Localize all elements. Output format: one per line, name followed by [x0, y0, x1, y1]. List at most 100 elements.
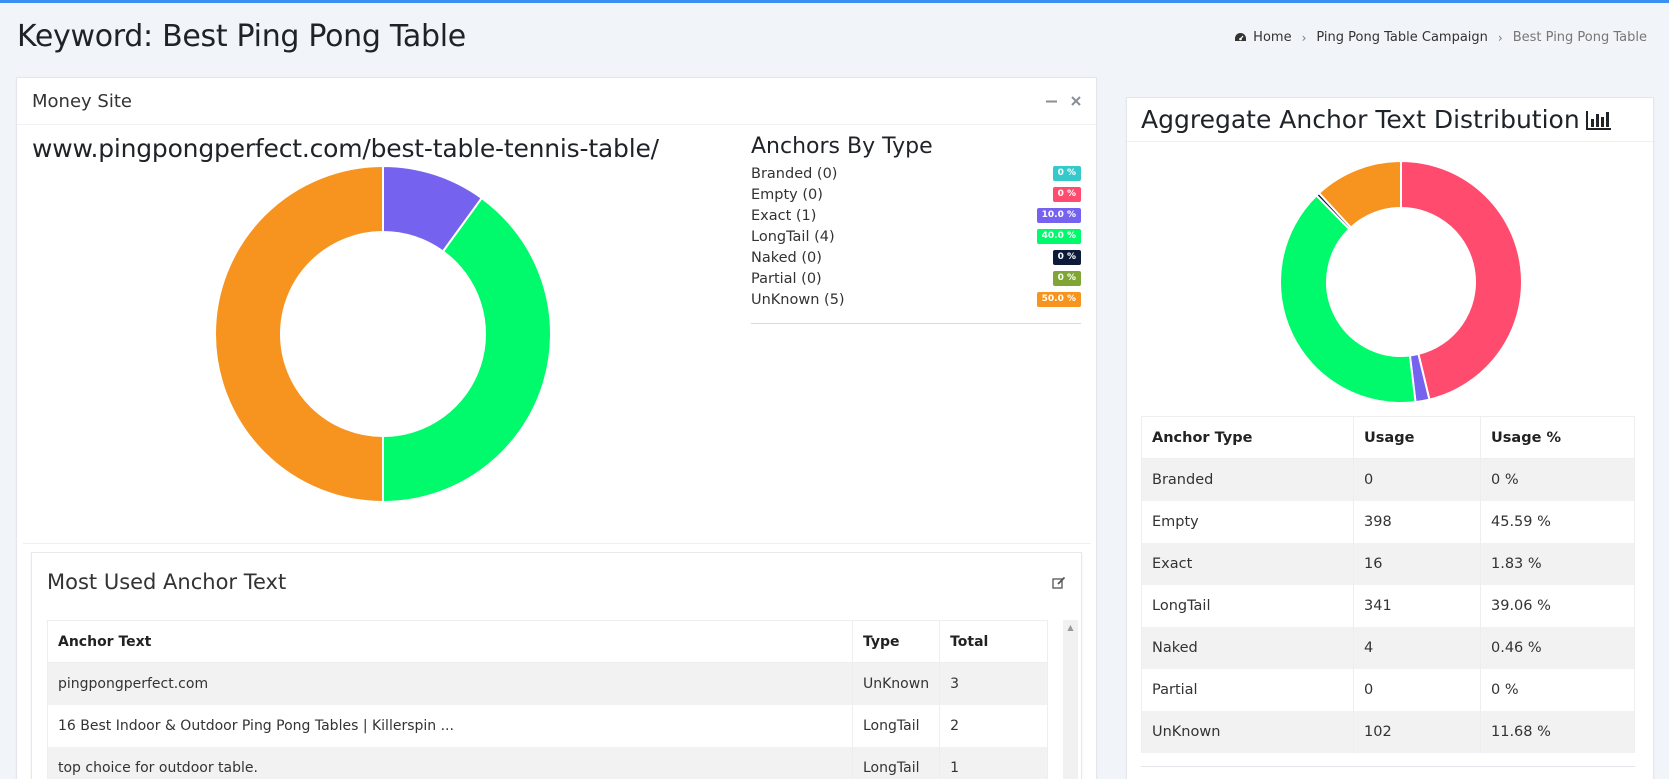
aggregate-donut-chart [1279, 159, 1523, 404]
anchor-badge: 0 % [1052, 250, 1081, 265]
usage-cell: 341 [1353, 584, 1481, 627]
anchor-text-cell: 16 Best Indoor & Outdoor Ping Pong Table… [47, 704, 853, 747]
money-site-card: Money Site www.pingpongperfect.com/best-… [16, 77, 1097, 779]
table-row: top choice for outdoor table. LongTail 1 [47, 746, 1048, 779]
usage-cell: 16 [1353, 542, 1481, 585]
total-cell: 1 [939, 746, 1048, 779]
bar-chart-icon [1585, 110, 1611, 130]
anchors-by-type: Anchors By Type Branded (0) 0 % Empty (0)… [751, 134, 1081, 324]
anchor-row: UnKnown (5) 50.0 % [751, 289, 1081, 310]
table-row: Naked 4 0.46 % [1141, 626, 1635, 669]
money-site-title: Money Site [32, 90, 132, 112]
usage-pct-cell: 39.06 % [1480, 584, 1635, 627]
anchor-badge: 10.0 % [1036, 208, 1081, 223]
chevron-right-icon: › [1497, 30, 1503, 45]
anchor-label: UnKnown (5) [751, 291, 845, 308]
column-header[interactable]: Total [939, 620, 1048, 663]
most-used-table: Anchor Text Type Total pingpongperfect.c… [47, 620, 1048, 779]
table-row: 16 Best Indoor & Outdoor Ping Pong Table… [47, 704, 1048, 747]
edit-button[interactable] [1052, 576, 1066, 589]
usage-cell: 0 [1353, 458, 1481, 501]
anchor-type-cell: Exact [1141, 542, 1354, 585]
usage-pct-cell: 1.83 % [1480, 542, 1635, 585]
table-row: pingpongperfect.com UnKnown 3 [47, 662, 1048, 705]
column-header[interactable]: Usage % [1480, 416, 1635, 459]
table-row: Empty 398 45.59 % [1141, 500, 1635, 543]
anchor-label: Partial (0) [751, 270, 822, 287]
anchor-badge: 0 % [1052, 271, 1081, 286]
divider [23, 543, 1091, 544]
anchor-badge: 0 % [1052, 187, 1081, 202]
donut-slice-longtail[interactable] [382, 196, 552, 504]
usage-cell: 398 [1353, 500, 1481, 543]
table-row: Exact 16 1.83 % [1141, 542, 1635, 585]
breadcrumb: Home › Ping Pong Table Campaign › Best P… [1234, 30, 1647, 45]
anchor-row: LongTail (4) 40.0 % [751, 226, 1081, 247]
anchor-type-cell: UnKnown [1141, 710, 1354, 753]
anchor-row: Partial (0) 0 % [751, 268, 1081, 289]
type-cell: LongTail [851, 746, 941, 779]
close-button[interactable] [1071, 96, 1081, 106]
usage-pct-cell: 0 % [1480, 458, 1635, 501]
anchor-type-cell: Naked [1141, 626, 1354, 669]
page-title: Keyword: Best Ping Pong Table [17, 19, 466, 54]
usage-pct-cell: 45.59 % [1480, 500, 1635, 543]
dashboard-icon [1234, 32, 1247, 44]
anchor-text-cell: pingpongperfect.com [47, 662, 853, 705]
most-used-anchor-card: Most Used Anchor Text Anchor Text Type T… [31, 552, 1082, 779]
usage-cell: 0 [1353, 668, 1481, 711]
total-cell: 3 [939, 662, 1048, 705]
anchor-badge: 40.0 % [1036, 229, 1081, 244]
money-site-header: Money Site [17, 78, 1096, 125]
usage-cell: 102 [1353, 710, 1481, 753]
scroll-up-icon[interactable]: ▲ [1063, 620, 1078, 635]
breadcrumb-current: Best Ping Pong Table [1512, 30, 1647, 45]
aggregate-title: Aggregate Anchor Text Distribution [1141, 105, 1580, 134]
breadcrumb-home[interactable]: Home [1253, 30, 1291, 45]
usage-pct-cell: 0.46 % [1480, 626, 1635, 669]
column-header[interactable]: Anchor Type [1141, 416, 1354, 459]
usage-pct-cell: 0 % [1480, 668, 1635, 711]
table-row: UnKnown 102 11.68 % [1141, 710, 1635, 753]
breadcrumb-campaign[interactable]: Ping Pong Table Campaign [1316, 30, 1488, 45]
minimize-button[interactable] [1046, 96, 1057, 107]
divider [1141, 766, 1635, 767]
anchor-label: LongTail (4) [751, 228, 835, 245]
scrollbar[interactable]: ▲ [1063, 620, 1078, 779]
anchor-label: Branded (0) [751, 165, 838, 182]
chevron-right-icon: › [1301, 30, 1307, 45]
table-row: Branded 0 0 % [1141, 458, 1635, 501]
column-header[interactable]: Anchor Text [47, 620, 853, 663]
anchor-type-cell: Empty [1141, 500, 1354, 543]
anchor-row: Exact (1) 10.0 % [751, 205, 1081, 226]
table-row: LongTail 341 39.06 % [1141, 584, 1635, 627]
table-row: Partial 0 0 % [1141, 668, 1635, 711]
anchor-badge: 50.0 % [1036, 292, 1081, 307]
anchor-row: Branded (0) 0 % [751, 163, 1081, 184]
aggregate-card: Aggregate Anchor Text Distribution Ancho… [1126, 97, 1654, 779]
column-header[interactable]: Type [851, 620, 941, 663]
type-cell: LongTail [851, 704, 941, 747]
anchor-badge: 0 % [1052, 166, 1081, 181]
anchor-label: Empty (0) [751, 186, 823, 203]
anchor-label: Naked (0) [751, 249, 822, 266]
close-icon [1071, 96, 1081, 106]
edit-icon [1052, 576, 1066, 589]
anchors-by-type-heading: Anchors By Type [751, 134, 933, 159]
aggregate-table: Anchor Type Usage Usage % Branded 0 0 % Em… [1141, 416, 1635, 753]
money-site-url: www.pingpongperfect.com/best-table-tenni… [32, 134, 659, 163]
divider [751, 323, 1081, 324]
usage-pct-cell: 11.68 % [1480, 710, 1635, 753]
anchor-row: Naked (0) 0 % [751, 247, 1081, 268]
total-cell: 2 [939, 704, 1048, 747]
most-used-title: Most Used Anchor Text [47, 570, 287, 594]
minus-icon [1046, 100, 1057, 102]
column-header[interactable]: Usage [1353, 416, 1481, 459]
anchor-label: Exact (1) [751, 207, 817, 224]
money-site-donut-chart [214, 164, 552, 504]
donut-slice-unknown[interactable] [214, 164, 384, 504]
aggregate-header: Aggregate Anchor Text Distribution [1127, 98, 1653, 142]
anchor-text-cell: top choice for outdoor table. [47, 746, 853, 779]
anchor-type-cell: LongTail [1141, 584, 1354, 627]
anchor-row: Empty (0) 0 % [751, 184, 1081, 205]
